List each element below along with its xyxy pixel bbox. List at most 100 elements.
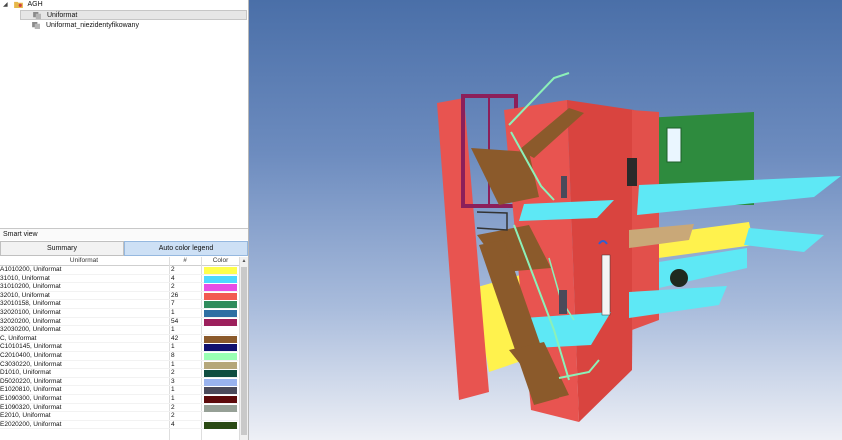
tree-node-root[interactable]: ◢ AGH (3, 0, 243, 10)
uniformat-cell: 32020200, Uniformat (0, 317, 61, 325)
scroll-up-icon[interactable]: ▲ (240, 257, 248, 265)
dark-column (627, 158, 637, 186)
table-row[interactable]: 32030200, Uniformat 1 (0, 326, 238, 335)
color-swatch[interactable] (204, 404, 237, 412)
dark-railing (476, 211, 508, 231)
table-row[interactable]: E1090300, Uniformat 1 (0, 395, 238, 404)
tab-auto-color-legend[interactable]: Auto color legend (124, 241, 248, 256)
column-header-uniformat[interactable]: Uniformat (0, 257, 168, 265)
count-cell: 4 (171, 274, 175, 282)
table-row[interactable]: D1010, Uniformat 2 (0, 369, 238, 378)
color-swatch[interactable] (204, 378, 237, 386)
table-row[interactable]: C3030220, Uniformat 1 (0, 361, 238, 370)
uniformat-cell: 32010, Uniformat (0, 291, 50, 299)
color-swatch[interactable] (204, 301, 237, 309)
table-row[interactable]: 32020200, Uniformat 54 (0, 318, 238, 327)
count-cell: 2 (171, 369, 175, 377)
classification-icon (32, 21, 40, 29)
folder-icon (14, 1, 23, 8)
color-swatch[interactable] (204, 309, 237, 317)
uniformat-cell: C3030220, Uniformat (0, 360, 62, 368)
table-row[interactable]: C1010145, Uniformat 1 (0, 343, 238, 352)
count-cell: 42 (171, 334, 179, 342)
grey-element (559, 290, 567, 314)
table-row[interactable]: 32020100, Uniformat 1 (0, 309, 238, 318)
color-swatch[interactable] (204, 344, 237, 352)
scroll-thumb[interactable] (241, 267, 247, 435)
count-cell: 3 (171, 377, 175, 385)
window (666, 127, 682, 163)
uniformat-cell: 32030200, Uniformat (0, 326, 61, 334)
column-header-color[interactable]: Color (202, 257, 239, 265)
color-swatch[interactable] (204, 318, 237, 326)
tree-node-uniformat-unidentified[interactable]: Uniformat_niezidentyfikowany (32, 21, 232, 31)
collapse-arrow-icon[interactable]: ◢ (3, 0, 12, 10)
count-cell: 4 (171, 420, 175, 428)
vertical-scrollbar[interactable]: ▲ (239, 257, 248, 440)
building-model[interactable] (249, 0, 842, 440)
uniformat-cell: E2010, Uniformat (0, 412, 51, 420)
table-row[interactable]: 32010158, Uniformat 7 (0, 300, 238, 309)
color-swatch[interactable] (204, 292, 237, 300)
classification-icon (33, 11, 41, 19)
table-row[interactable]: E2010, Uniformat 2 (0, 412, 238, 421)
tree-node-label: Uniformat_niezidentyfikowany (45, 22, 139, 29)
color-swatch[interactable] (204, 387, 237, 395)
uniformat-cell: C, Uniformat (0, 334, 37, 342)
uniformat-cell: 32020100, Uniformat (0, 308, 61, 316)
color-swatch[interactable] (204, 395, 237, 403)
color-swatch[interactable] (204, 284, 237, 292)
table-row[interactable]: D5020220, Uniformat 3 (0, 378, 238, 387)
uniformat-cell: A1010200, Uniformat (0, 266, 62, 273)
table-row[interactable]: C2010400, Uniformat 8 (0, 352, 238, 361)
table-row[interactable]: E2020200, Uniformat 4 (0, 421, 238, 430)
count-cell: 26 (171, 291, 179, 299)
table-row[interactable]: 31010200, Uniformat 2 (0, 283, 238, 292)
table-row[interactable]: C, Uniformat 42 (0, 335, 238, 344)
tree-node-uniformat[interactable]: Uniformat (20, 10, 247, 20)
count-cell: 2 (171, 283, 175, 291)
column-header-count[interactable]: # (170, 257, 200, 265)
color-swatch[interactable] (204, 327, 237, 335)
count-cell: 1 (171, 343, 175, 351)
color-swatch[interactable] (204, 352, 237, 360)
tab-summary[interactable]: Summary (0, 241, 124, 256)
color-swatch[interactable] (204, 335, 237, 343)
count-cell: 7 (171, 300, 175, 308)
table-row[interactable]: E1090320, Uniformat 2 (0, 404, 238, 413)
3d-viewport[interactable] (249, 0, 842, 440)
grey-element (561, 176, 567, 198)
color-swatch[interactable] (204, 267, 237, 274)
color-swatch[interactable] (204, 370, 237, 378)
table-row[interactable]: A1010200, Uniformat 2 (0, 266, 238, 275)
table-row[interactable]: 32010, Uniformat 26 (0, 292, 238, 301)
color-swatch[interactable] (204, 361, 237, 369)
count-cell: 2 (171, 403, 175, 411)
uniformat-cell: 32010158, Uniformat (0, 300, 61, 308)
uniformat-cell: D1010, Uniformat (0, 369, 51, 377)
uniformat-cell: C2010400, Uniformat (0, 351, 62, 359)
legend-table: Uniformat # Color A1010200, Uniformat 2 31… (0, 257, 248, 440)
color-swatch[interactable] (204, 413, 237, 421)
count-cell: 1 (171, 386, 175, 394)
count-cell: 54 (171, 317, 179, 325)
table-row[interactable]: 31010, Uniformat 4 (0, 275, 238, 284)
uniformat-cell: D5020220, Uniformat (0, 377, 62, 385)
table-body: A1010200, Uniformat 2 31010, Uniformat 4 310… (0, 266, 238, 430)
stair-flight (471, 148, 539, 205)
count-cell: 1 (171, 308, 175, 316)
white-door (601, 254, 611, 316)
left-panel: ◢ AGH Uniformat Uniformat_niezidentyfiko… (0, 0, 249, 440)
round-table (670, 269, 688, 287)
smart-view-title: Smart view (0, 228, 248, 240)
table-header: Uniformat # Color (0, 257, 248, 266)
uniformat-cell: E2020200, Uniformat (0, 420, 62, 428)
table-row[interactable]: E1020810, Uniformat 1 (0, 386, 238, 395)
color-swatch[interactable] (204, 275, 237, 283)
cyan-slab (744, 228, 824, 252)
uniformat-cell: E1020810, Uniformat (0, 386, 62, 394)
model-tree: ◢ AGH Uniformat Uniformat_niezidentyfiko… (0, 0, 248, 226)
uniformat-cell: 31010, Uniformat (0, 274, 50, 282)
smart-view-tabs: Summary Auto color legend (0, 241, 248, 256)
color-swatch[interactable] (204, 421, 237, 429)
